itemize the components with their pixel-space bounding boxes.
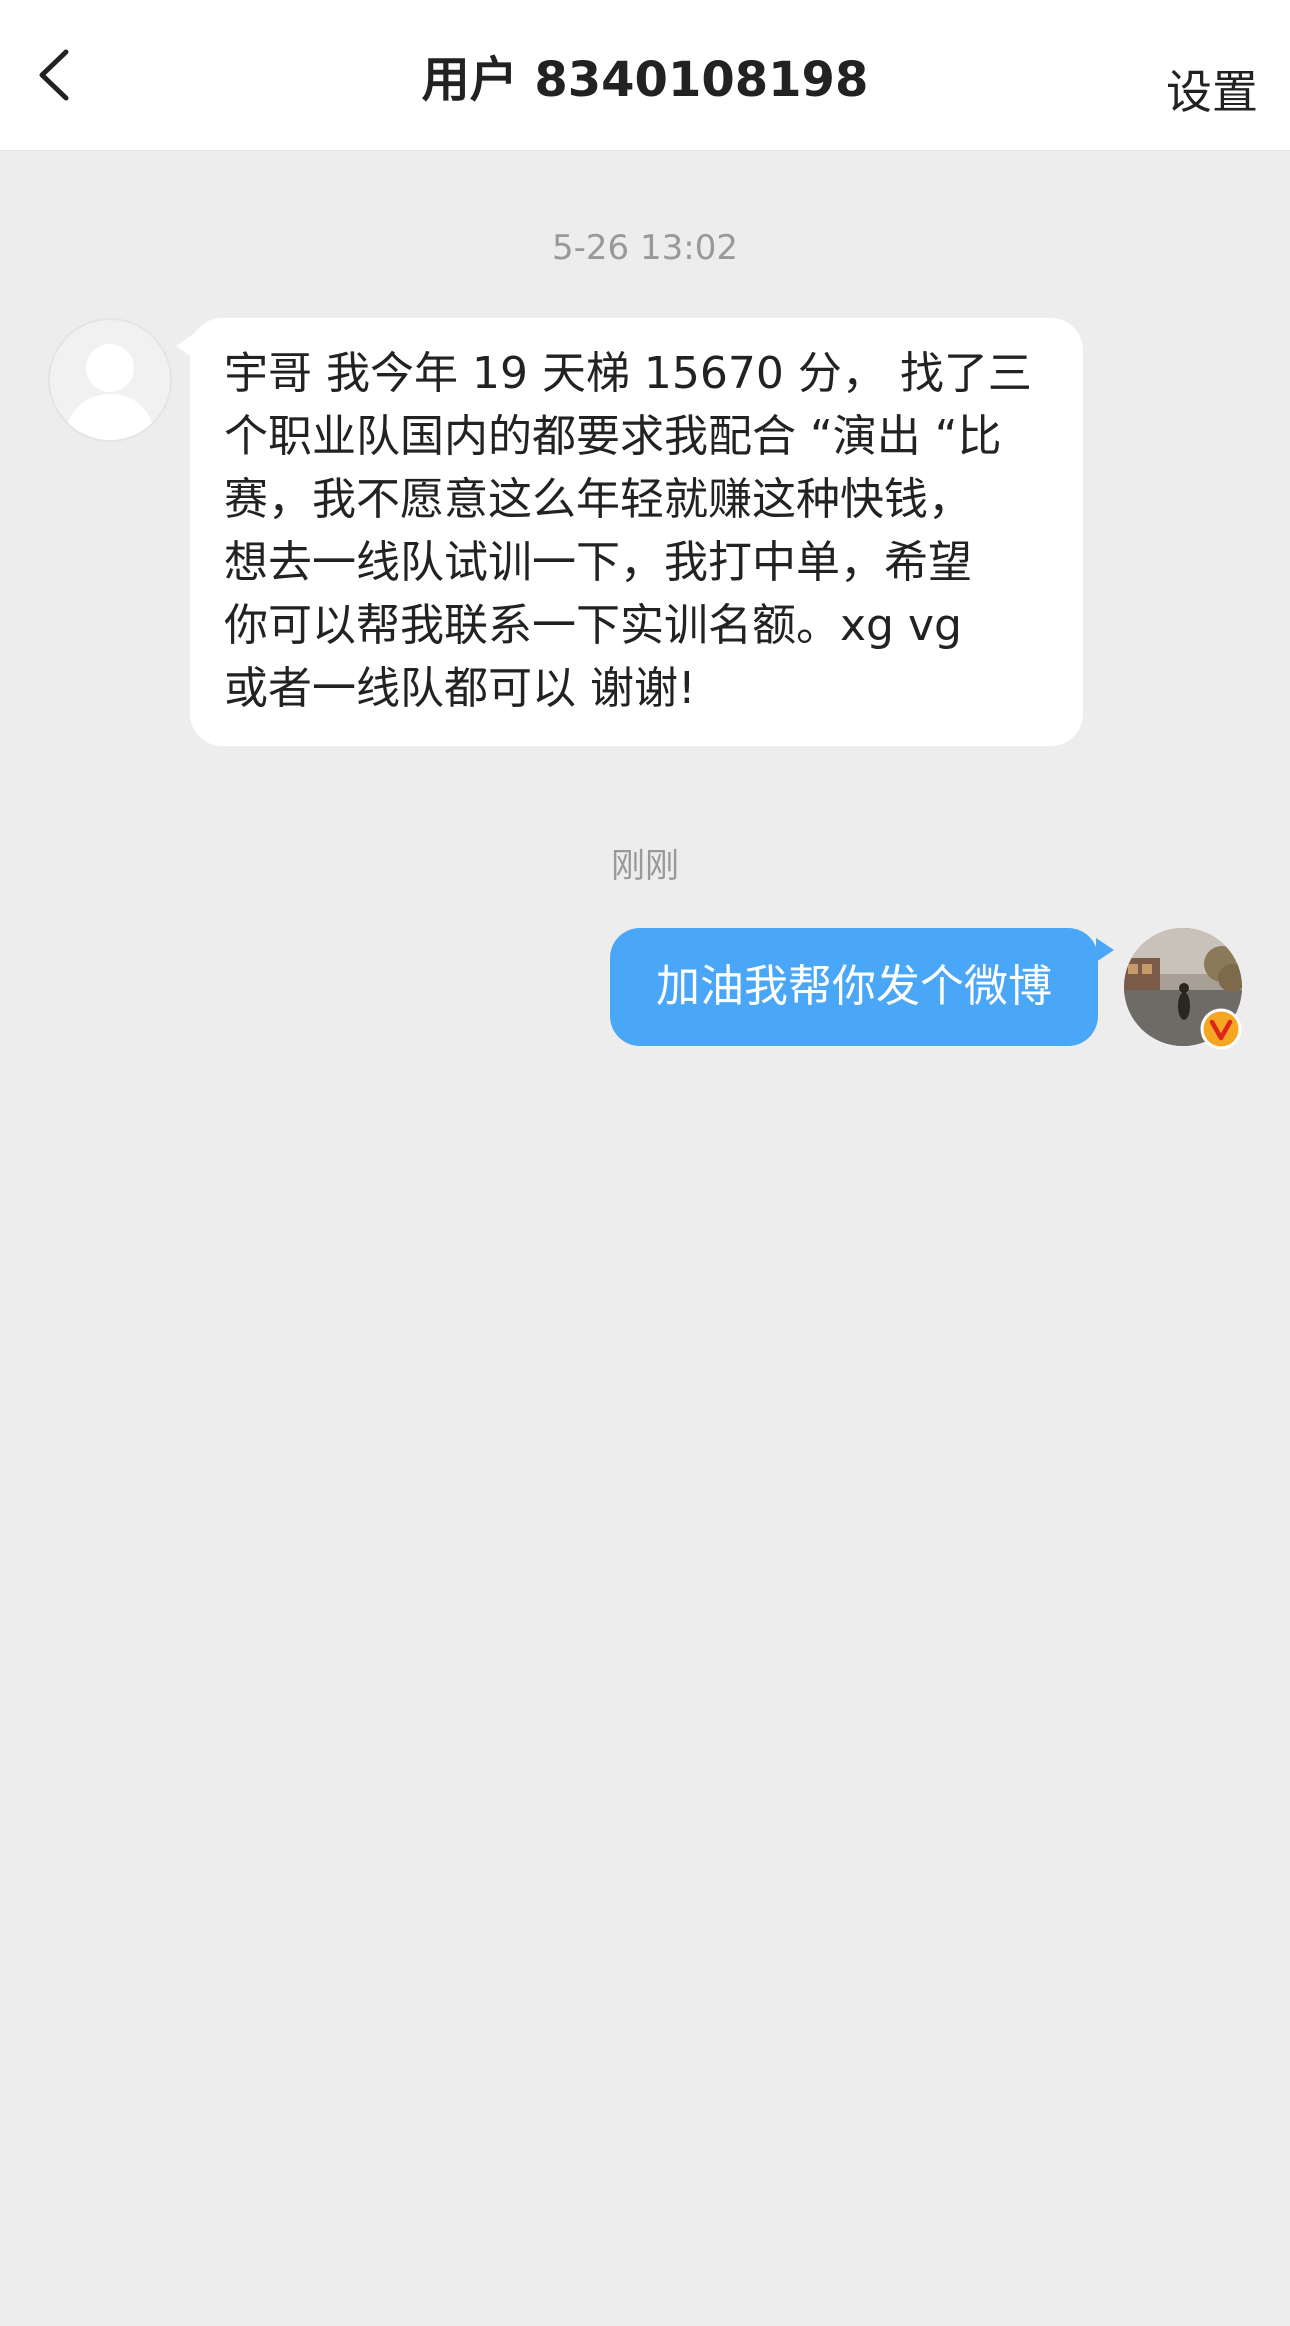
incoming-message-bubble[interactable]: 宇哥 我今年 19 天梯 15670 分， 找了三 个职业队国内的都要求我配合 … [190,318,1083,746]
message-timestamp: 刚刚 [611,846,679,886]
verified-v-badge-icon [1200,1008,1242,1050]
chat-title: 用户 8340108198 [421,52,869,108]
chevron-left-icon [39,49,69,101]
message-line: 想去一线队试训一下，我打中单，希望 [224,537,972,588]
sender-avatar[interactable] [48,318,172,442]
message-line: 个职业队国内的都要求我配合 “演出 “比 [224,411,1002,462]
settings-button[interactable]: 设置 [1166,56,1258,122]
outgoing-message-bubble[interactable]: 加油我帮你发个微博 [610,928,1098,1046]
message-line: 宇哥 我今年 19 天梯 15670 分， 找了三 [224,348,1032,399]
outgoing-bubble-tail [1096,938,1114,962]
default-user-avatar-icon [64,344,156,440]
top-nav-bar: 用户 8340108198 设置 [0,0,1290,151]
back-button[interactable] [20,40,90,110]
message-line: 你可以帮我联系一下实训名额。xg vg [224,600,962,651]
message-timestamp: 5-26 13:02 [552,228,738,268]
message-line: 或者一线队都可以 谢谢! [224,663,696,714]
message-line: 赛，我不愿意这么年轻就赚这种快钱， [224,474,972,525]
